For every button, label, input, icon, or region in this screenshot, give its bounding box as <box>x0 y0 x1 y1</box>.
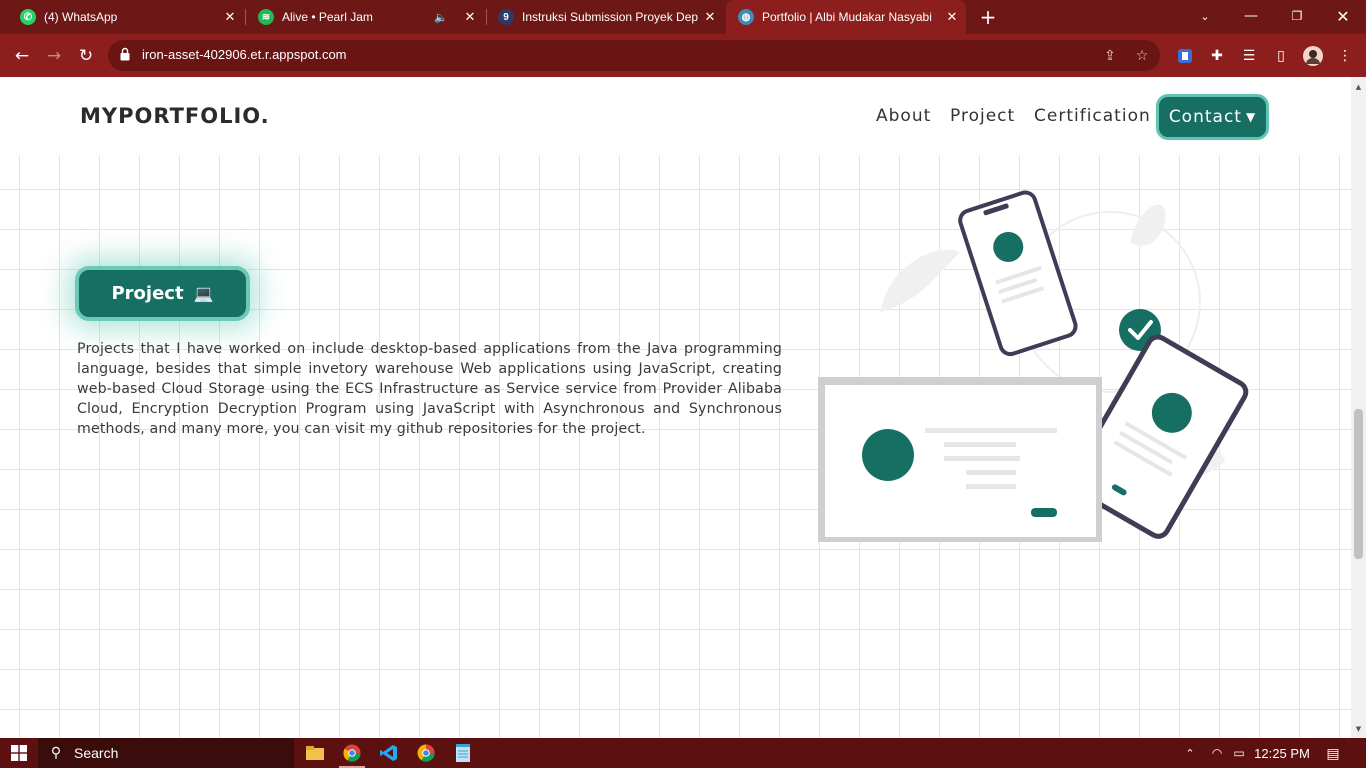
menu-kebab-icon[interactable]: ⋮ <box>1334 45 1356 67</box>
tab-search-icon[interactable]: ⌄ <box>1182 0 1228 32</box>
section-title: Project <box>111 283 184 304</box>
contact-label: Contact <box>1168 107 1242 127</box>
whatsapp-icon: ✆ <box>20 9 36 25</box>
notepad-icon[interactable] <box>446 740 480 766</box>
scrollbar-thumb[interactable] <box>1354 409 1363 559</box>
battery-icon[interactable]: ▭ <box>1228 738 1250 768</box>
nav-certification[interactable]: Certification <box>1034 106 1151 126</box>
minimize-button[interactable]: — <box>1228 0 1274 32</box>
windows-taskbar: ⚲ Search ⌃ ◜◝ ▭ 12:25 PM ▤ <box>0 738 1366 768</box>
close-icon[interactable]: ✕ <box>222 9 238 25</box>
site-navbar: MYPORTFOLIO. About Project Certification… <box>0 77 1351 155</box>
share-icon[interactable]: ⇪ <box>1100 46 1120 66</box>
chrome-taskbar-icon[interactable] <box>335 740 369 768</box>
windows-logo-icon <box>11 745 27 761</box>
close-icon[interactable]: ✕ <box>944 9 960 25</box>
media-queue-icon[interactable]: ☰ <box>1238 45 1260 67</box>
tab-title: Portfolio | Albi Mudakar Nasyabi <box>762 10 932 24</box>
profile-avatar[interactable] <box>1302 45 1324 67</box>
page-viewport: MYPORTFOLIO. About Project Certification… <box>0 77 1351 738</box>
extension-shield-icon[interactable] <box>1174 45 1196 67</box>
section-description: Projects that I have worked on include d… <box>77 341 782 437</box>
tab-strip: ✆ (4) WhatsApp ✕ ≋ Alive • Pearl Jam 🔈 ✕… <box>0 0 1366 34</box>
site-favicon: 9 <box>498 9 514 25</box>
new-tab-button[interactable]: + <box>976 5 1000 29</box>
tab-title: (4) WhatsApp <box>44 10 118 24</box>
tab-portfolio[interactable]: ◍ Portfolio | Albi Mudakar Nasyabi ✕ <box>726 0 966 34</box>
tab-title: Instruksi Submission Proyek Dep <box>522 10 699 24</box>
clock-time[interactable]: 12:25 PM <box>1252 738 1312 768</box>
scroll-up-arrow-icon[interactable]: ▲ <box>1351 79 1366 94</box>
window-close-button[interactable]: ✕ <box>1320 0 1366 32</box>
windows-start-button[interactable] <box>0 738 38 768</box>
wifi-icon[interactable]: ◜◝ <box>1206 738 1228 768</box>
taskbar-search[interactable]: ⚲ Search <box>38 738 294 768</box>
caret-down-icon: ▼ <box>1245 110 1257 124</box>
contact-dropdown-button[interactable]: Contact ▼ <box>1156 94 1269 140</box>
page-scrollbar[interactable]: ▲ ▼ <box>1351 77 1366 738</box>
close-icon[interactable]: ✕ <box>702 9 718 25</box>
vscode-icon[interactable] <box>372 740 406 766</box>
reload-button[interactable]: ↻ <box>72 42 100 70</box>
nav-project[interactable]: Project <box>950 106 1015 126</box>
notification-icon[interactable]: ▤ <box>1320 738 1346 768</box>
bookmark-star-icon[interactable]: ☆ <box>1132 46 1152 66</box>
tab-whatsapp[interactable]: ✆ (4) WhatsApp ✕ <box>8 0 244 34</box>
url-text[interactable]: iron-asset-402906.et.r.appspot.com <box>142 47 347 62</box>
chrome-alt-icon[interactable] <box>409 740 443 766</box>
tab-title: Alive • Pearl Jam <box>282 10 373 24</box>
speaker-icon[interactable]: 🔈 <box>434 11 448 24</box>
address-bar[interactable]: iron-asset-402906.et.r.appspot.com ⇪ ☆ <box>108 40 1160 71</box>
laptop-icon: 💻 <box>193 284 214 303</box>
tab-spotify[interactable]: ≋ Alive • Pearl Jam 🔈 ✕ <box>246 0 484 34</box>
devices-illustration <box>818 190 1249 542</box>
section-title-badge: Project 💻 <box>75 266 250 321</box>
forward-button[interactable]: → <box>40 42 68 70</box>
back-button[interactable]: ← <box>8 42 36 70</box>
lock-icon <box>120 47 130 61</box>
restore-button[interactable]: ❐ <box>1274 0 1320 32</box>
chevron-up-icon[interactable]: ⌃ <box>1180 738 1200 768</box>
nav-about[interactable]: About <box>876 106 931 126</box>
side-panel-icon[interactable]: ▯ <box>1270 45 1292 67</box>
spotify-icon: ≋ <box>258 9 274 25</box>
taskbar-search-placeholder: Search <box>74 745 119 761</box>
scroll-down-arrow-icon[interactable]: ▼ <box>1351 721 1366 736</box>
globe-icon: ◍ <box>738 9 754 25</box>
search-icon: ⚲ <box>50 745 62 761</box>
close-icon[interactable]: ✕ <box>462 9 478 25</box>
file-explorer-icon[interactable] <box>298 740 332 766</box>
extensions-puzzle-icon[interactable]: ✚ <box>1206 45 1228 67</box>
tab-instruksi[interactable]: 9 Instruksi Submission Proyek Dep ✕ <box>486 0 724 34</box>
site-brand[interactable]: MYPORTFOLIO. <box>80 104 270 128</box>
